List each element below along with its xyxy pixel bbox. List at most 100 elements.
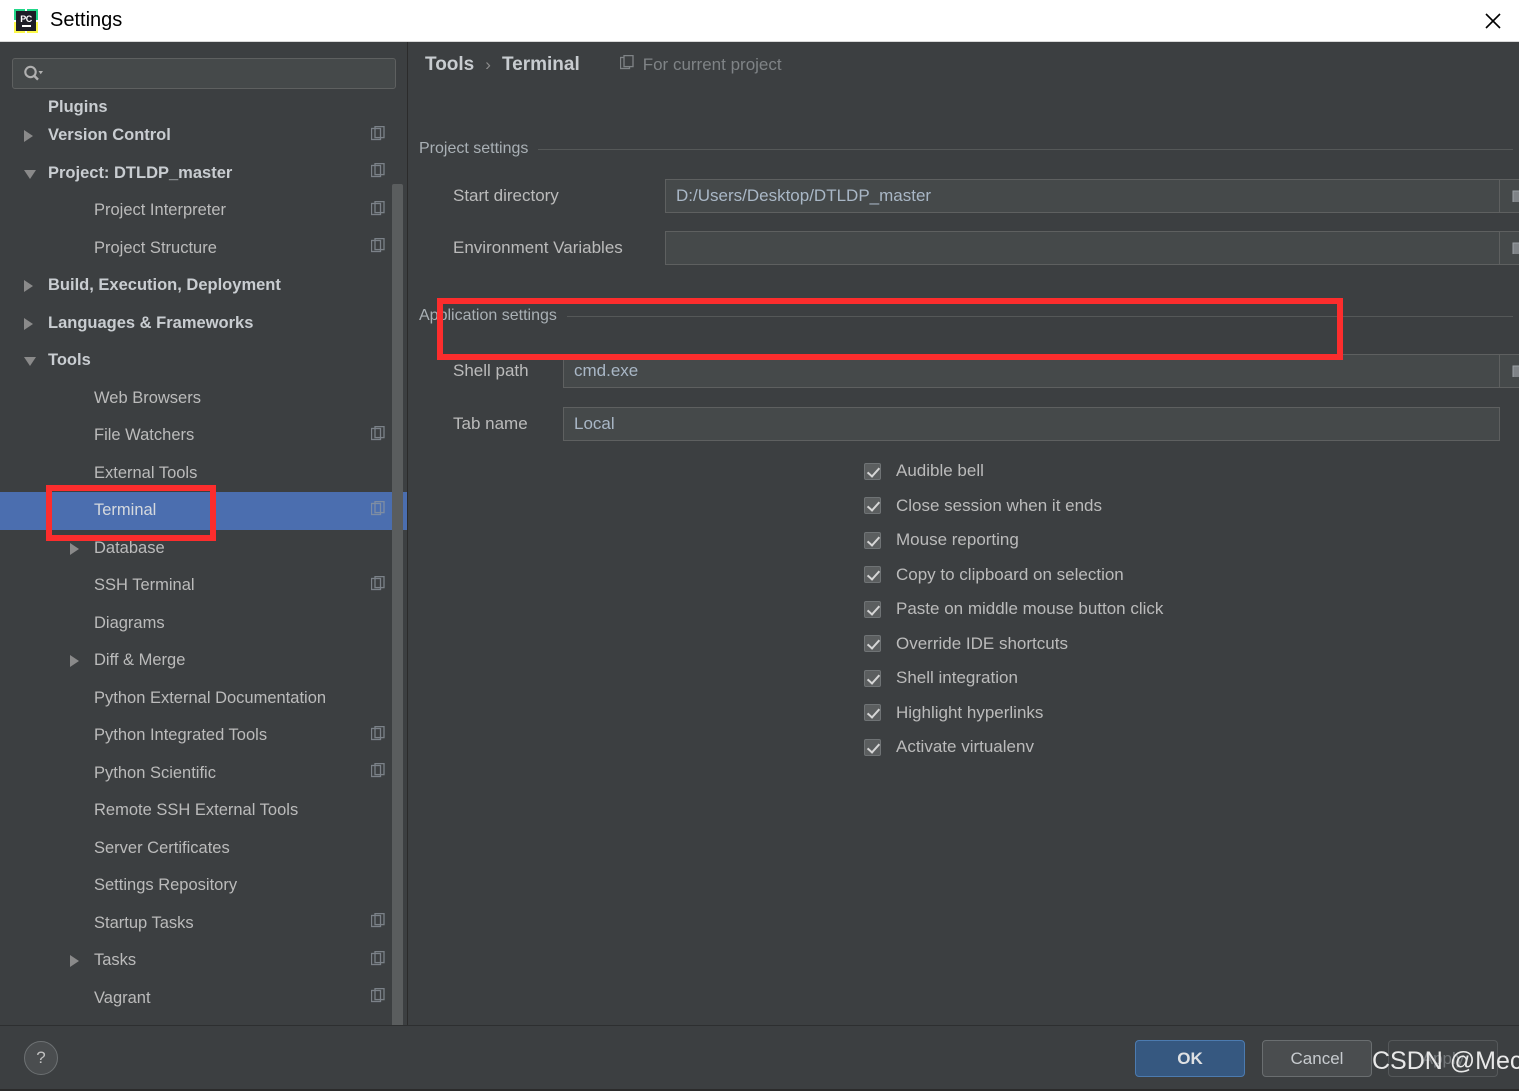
tab-name-label: Tab name (453, 414, 528, 433)
chevron-right-icon[interactable] (70, 542, 79, 555)
search-icon (23, 65, 43, 83)
pycharm-icon: PC (14, 8, 38, 33)
sidebar-item-build-execution-deployment[interactable]: Build, Execution, Deployment (0, 267, 407, 305)
shell-path-input[interactable]: cmd.exe (563, 354, 1500, 388)
environment-variables-input[interactable] (665, 231, 1500, 265)
folder-icon (1512, 190, 1519, 202)
checkbox-row[interactable]: Audible bell (864, 454, 1163, 489)
sidebar-item-web-browsers[interactable]: Web Browsers (0, 380, 407, 418)
settings-dialog-body: Plugins Version Control Project: DTLDP_mas… (0, 42, 1519, 1025)
sidebar-item-label: Terminal (94, 501, 157, 520)
chevron-right-icon[interactable] (24, 280, 33, 292)
sidebar-item-file-watchers[interactable]: File Watchers (0, 417, 407, 455)
sidebar-item-tools[interactable]: Tools (0, 342, 407, 380)
folder-icon (1512, 365, 1519, 377)
checkbox-row[interactable]: Paste on middle mouse button click (864, 592, 1163, 627)
sidebar-item-project-interpreter[interactable]: Project Interpreter (0, 192, 407, 230)
sidebar-item-database[interactable]: Database (0, 530, 407, 568)
settings-tree: Plugins Version Control Project: DTLDP_mas… (0, 99, 407, 1025)
cancel-button[interactable]: Cancel (1262, 1040, 1372, 1077)
sidebar-item-settings-repository[interactable]: Settings Repository (0, 867, 407, 905)
sidebar-item-label: Project Interpreter (94, 201, 227, 220)
sidebar-item-startup-tasks[interactable]: Startup Tasks (0, 905, 407, 943)
checkbox-paste-on-middle-mouse-button-click[interactable] (864, 600, 881, 618)
chevron-right-icon[interactable] (24, 317, 33, 330)
sidebar-item-vagrant[interactable]: Vagrant (0, 980, 407, 1018)
watermark: CSDN @Mecv (1372, 1047, 1519, 1075)
sidebar-item-python-external-documentation[interactable]: Python External Documentation (0, 680, 407, 718)
ok-button[interactable]: OK (1135, 1040, 1245, 1077)
checkbox-row[interactable]: Mouse reporting (864, 523, 1163, 558)
checkbox-row[interactable]: Highlight hyperlinks (864, 696, 1163, 731)
checkbox-shell-integration[interactable] (864, 669, 881, 687)
chevron-down-icon[interactable] (24, 357, 36, 366)
sidebar-item-server-certificates[interactable]: Server Certificates (0, 830, 407, 868)
sidebar-scrollbar-thumb[interactable] (392, 184, 403, 1025)
sidebar-item-label: File Watchers (94, 426, 195, 445)
sidebar-item-python-integrated-tools[interactable]: Python Integrated Tools (0, 717, 407, 755)
search-input[interactable] (43, 64, 395, 83)
sidebar-item-label: Project Structure (94, 238, 217, 257)
start-directory-input[interactable]: D:/Users/Desktop/DTLDP_master (665, 179, 1500, 213)
checkbox-row[interactable]: Close session when it ends (864, 489, 1163, 524)
breadcrumb-root[interactable]: Tools (425, 54, 474, 76)
sidebar-item-external-tools[interactable]: External Tools (0, 455, 407, 493)
sidebar-item-ssh-terminal[interactable]: SSH Terminal (0, 567, 407, 605)
copy-icon (619, 54, 635, 75)
sidebar-item-languages-frameworks[interactable]: Languages & Frameworks (0, 305, 407, 343)
sidebar-item-label: Python External Documentation (94, 688, 327, 707)
sidebar-item-remote-ssh-external-tools[interactable]: Remote SSH External Tools (0, 792, 407, 830)
checkbox-override-ide-shortcuts[interactable] (864, 635, 881, 653)
checkbox-close-session-when-it-ends[interactable] (864, 497, 881, 515)
environment-variables-browse-button[interactable] (1500, 231, 1519, 265)
application-settings-title: Application settings (419, 307, 557, 324)
chevron-right-icon[interactable] (70, 955, 79, 967)
checkbox-highlight-hyperlinks[interactable] (864, 704, 881, 722)
chevron-down-icon[interactable] (24, 169, 36, 179)
sidebar-item-label: Plugins (48, 99, 108, 116)
close-icon[interactable] (1467, 0, 1519, 41)
dialog-footer: ? OK Cancel Apply (0, 1025, 1519, 1091)
copy-icon (370, 988, 386, 1008)
sidebar-item-plugins[interactable]: Plugins (0, 99, 407, 117)
sidebar-item-terminal[interactable]: Terminal (0, 492, 407, 530)
sidebar-item-version-control[interactable]: Version Control (0, 117, 407, 155)
checkbox-audible-bell[interactable] (864, 462, 881, 480)
checkbox-row[interactable]: Override IDE shortcuts (864, 627, 1163, 662)
shell-path-browse-button[interactable] (1500, 354, 1519, 388)
chevron-right-icon[interactable] (70, 655, 79, 667)
help-button[interactable]: ? (24, 1041, 58, 1075)
sidebar-item-label: Web Browsers (94, 388, 201, 407)
sidebar-item-project-dtldp-master[interactable]: Project: DTLDP_master (0, 155, 407, 193)
copy-icon (370, 238, 386, 258)
checkbox-row[interactable]: Shell integration (864, 661, 1163, 696)
window-title: Settings (50, 9, 123, 31)
for-current-project-label: For current project (642, 55, 782, 74)
sidebar-item-diagrams[interactable]: Diagrams (0, 605, 407, 643)
checkbox-row[interactable]: Activate virtualenv (864, 730, 1163, 765)
sidebar-item-tasks[interactable]: Tasks (0, 942, 407, 980)
sidebar-item-python-scientific[interactable]: Python Scientific (0, 755, 407, 793)
breadcrumb-separator: › (485, 55, 491, 74)
sidebar-item-label: Startup Tasks (94, 913, 194, 932)
sidebar-item-diff-merge[interactable]: Diff & Merge (0, 642, 407, 680)
sidebar-item-label: External Tools (94, 463, 198, 482)
checkbox-copy-to-clipboard-on-selection[interactable] (864, 566, 881, 584)
tab-name-input[interactable]: Local (563, 407, 1500, 441)
section-divider (566, 315, 1513, 317)
checkbox-activate-virtualenv[interactable] (864, 738, 881, 756)
environment-variables-row: Environment Variables (453, 231, 1519, 265)
start-directory-browse-button[interactable] (1500, 179, 1519, 213)
sidebar-item-label: Diagrams (94, 613, 165, 632)
checkbox-row[interactable]: Copy to clipboard on selection (864, 558, 1163, 593)
search-box[interactable] (12, 58, 396, 89)
chevron-right-icon[interactable] (24, 130, 33, 142)
sidebar-item-project-structure[interactable]: Project Structure (0, 230, 407, 268)
sidebar-item-label: Settings Repository (94, 876, 238, 895)
sidebar-scrollbar[interactable] (392, 184, 403, 1025)
copy-icon (370, 500, 386, 521)
sidebar-item-label: Python Scientific (94, 763, 216, 782)
checkbox-mouse-reporting[interactable] (864, 531, 881, 549)
sidebar-item-label: Python Integrated Tools (94, 726, 268, 745)
project-settings-section-header: Project settings (419, 140, 1513, 158)
